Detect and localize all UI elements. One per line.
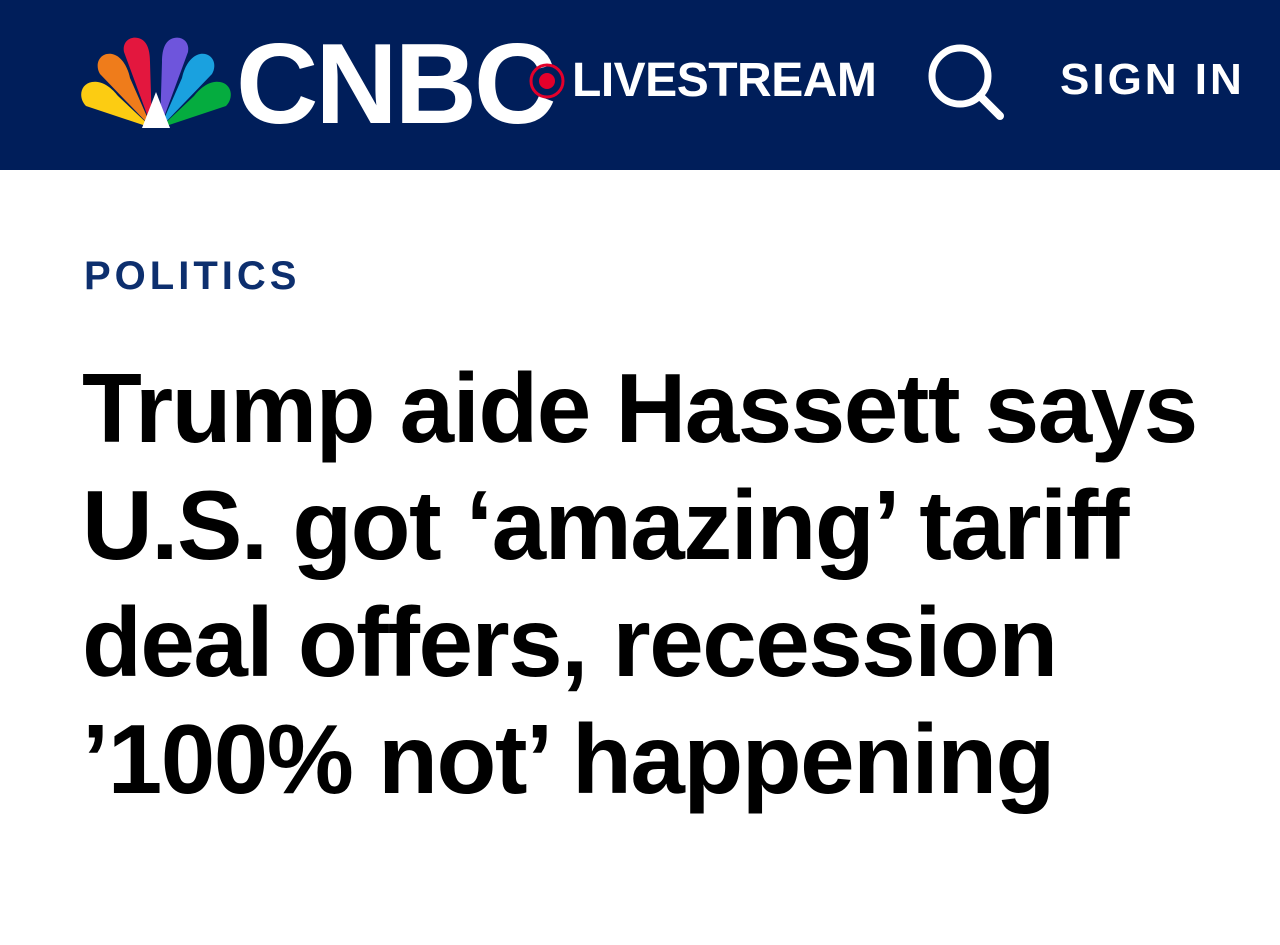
live-dot-icon (529, 63, 565, 99)
livestream-link[interactable]: LIVESTREAM (528, 50, 877, 112)
search-icon (928, 44, 1004, 120)
nbc-peacock-icon (81, 37, 231, 128)
livestream-label: LIVESTREAM (572, 54, 877, 107)
search-button[interactable] (926, 40, 1008, 122)
sign-in-link[interactable]: SIGN IN (1060, 58, 1245, 102)
cnbc-wordmark: CNBC (236, 21, 556, 148)
section-label-link[interactable]: POLITICS (84, 256, 300, 296)
site-header: CNBC LIVESTREAM SIGN IN (0, 0, 1280, 170)
article-headline: Trump aide Hassett says U.S. got ‘amazin… (82, 353, 1198, 814)
cnbc-logo-link[interactable]: CNBC (78, 28, 556, 142)
